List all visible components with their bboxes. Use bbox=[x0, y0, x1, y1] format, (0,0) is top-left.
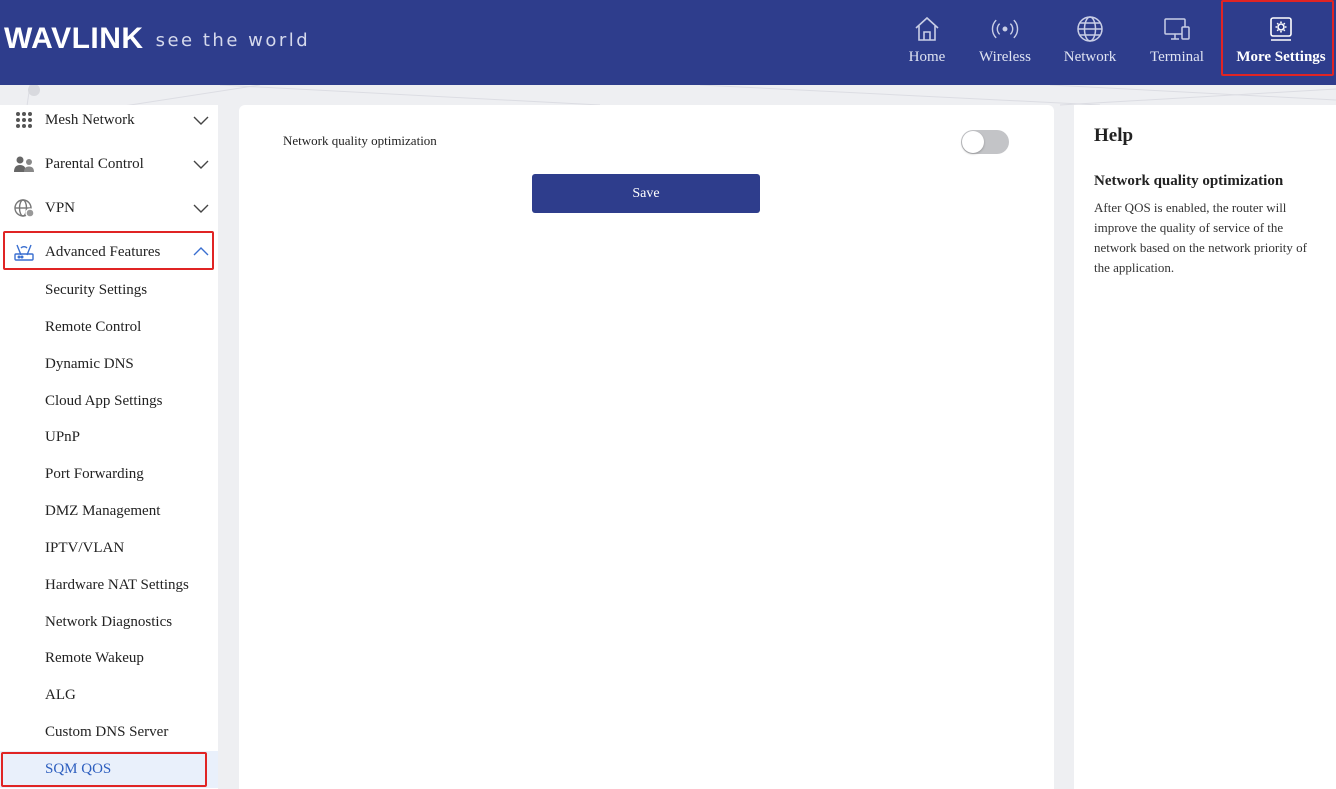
nav-more-settings[interactable]: More Settings bbox=[1226, 0, 1336, 85]
nav-network[interactable]: Network bbox=[1056, 0, 1124, 85]
help-subtitle: Network quality optimization bbox=[1094, 173, 1284, 189]
nav-wireless-label: Wireless bbox=[979, 49, 1031, 65]
nav-home[interactable]: Home bbox=[899, 0, 955, 85]
home-icon bbox=[912, 14, 942, 44]
nav-terminal-label: Terminal bbox=[1150, 49, 1204, 65]
sidebar-group-advanced-features[interactable]: Advanced Features bbox=[0, 230, 218, 274]
chevron-down-icon bbox=[193, 204, 209, 213]
sidebar-item-cloud-app-settings[interactable]: Cloud App Settings bbox=[0, 383, 218, 420]
help-text: After QOS is enabled, the router will im… bbox=[1094, 200, 1308, 275]
router-icon bbox=[13, 241, 35, 263]
globe-icon bbox=[1075, 14, 1105, 44]
sidebar-item-remote-control[interactable]: Remote Control bbox=[0, 309, 218, 346]
terminal-icon bbox=[1162, 14, 1192, 44]
nav-wireless[interactable]: Wireless bbox=[970, 0, 1040, 85]
wireless-icon bbox=[990, 14, 1020, 44]
sidebar-item-remote-wakeup[interactable]: Remote Wakeup bbox=[0, 640, 218, 677]
qos-toggle[interactable] bbox=[961, 130, 1009, 154]
parents-icon bbox=[13, 153, 35, 175]
chevron-down-icon bbox=[193, 160, 209, 169]
sidebar-item-dmz-management[interactable]: DMZ Management bbox=[0, 493, 218, 530]
sidebar-item-port-forwarding[interactable]: Port Forwarding bbox=[0, 456, 218, 493]
help-title: Help bbox=[1094, 125, 1134, 146]
sidebar: Mesh Network Parental Control VPN Advanc… bbox=[0, 105, 218, 789]
sidebar-item-iptv-vlan[interactable]: IPTV/VLAN bbox=[0, 530, 218, 567]
nav-terminal[interactable]: Terminal bbox=[1143, 0, 1211, 85]
save-button[interactable]: Save bbox=[532, 174, 760, 213]
sidebar-group-label: Mesh Network bbox=[45, 111, 135, 128]
chevron-down-icon bbox=[193, 116, 209, 125]
sidebar-item-dynamic-dns[interactable]: Dynamic DNS bbox=[0, 346, 218, 383]
nav-home-label: Home bbox=[908, 49, 946, 65]
sidebar-item-sqm-qos[interactable]: SQM QOS bbox=[0, 751, 218, 788]
nav-more-settings-label: More Settings bbox=[1236, 49, 1326, 65]
sidebar-group-label: Parental Control bbox=[45, 155, 144, 172]
help-panel: Help Network quality optimization After … bbox=[1074, 105, 1336, 789]
main-panel: Network quality optimization Save bbox=[239, 105, 1054, 789]
mesh-grid-icon bbox=[13, 109, 35, 131]
sidebar-item-alg[interactable]: ALG bbox=[0, 677, 218, 714]
sidebar-item-hardware-nat-settings[interactable]: Hardware NAT Settings bbox=[0, 567, 218, 604]
sidebar-group-vpn[interactable]: VPN bbox=[0, 186, 218, 230]
gear-icon bbox=[1266, 14, 1296, 44]
sidebar-item-upnp[interactable]: UPnP bbox=[0, 419, 218, 456]
qos-label: Network quality optimization bbox=[283, 133, 437, 148]
nav-network-label: Network bbox=[1063, 49, 1117, 65]
sidebar-item-custom-dns-server[interactable]: Custom DNS Server bbox=[0, 714, 218, 751]
sidebar-item-security-settings[interactable]: Security Settings bbox=[0, 272, 218, 309]
vpn-globe-icon bbox=[13, 197, 35, 219]
top-nav: Home Wireless Network Terminal More Sett… bbox=[0, 0, 1336, 85]
chevron-up-icon bbox=[193, 247, 209, 256]
sidebar-group-mesh-network[interactable]: Mesh Network bbox=[0, 98, 218, 142]
sidebar-group-parental-control[interactable]: Parental Control bbox=[0, 142, 218, 186]
top-header: WAVLINK see the world Home Wireless Netw… bbox=[0, 0, 1336, 85]
sidebar-group-label: VPN bbox=[45, 199, 76, 216]
sidebar-group-label: Advanced Features bbox=[45, 243, 161, 260]
sidebar-item-network-diagnostics[interactable]: Network Diagnostics bbox=[0, 604, 218, 641]
toggle-knob bbox=[962, 131, 984, 153]
